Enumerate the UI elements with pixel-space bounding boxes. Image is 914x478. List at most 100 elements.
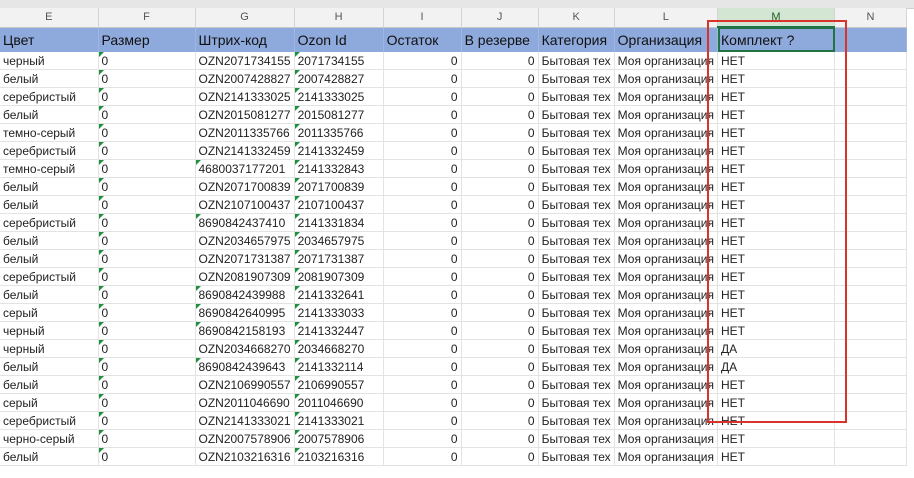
cell-barcode[interactable]: OZN2107100437 (195, 195, 295, 214)
cell-reserve[interactable]: 0 (461, 177, 539, 196)
cell-kit[interactable]: ДА (717, 357, 835, 376)
cell-size[interactable]: 0 (98, 393, 196, 412)
cell-barcode[interactable]: OZN2141332459 (195, 141, 295, 160)
cell-size[interactable]: 0 (98, 141, 196, 160)
column-header-k[interactable]: K (538, 8, 615, 28)
header-cell-ozon-id[interactable]: Ozon Id (294, 27, 384, 52)
cell-kit[interactable]: НЕТ (717, 393, 835, 412)
column-header-h[interactable]: H (294, 8, 384, 28)
cell-empty[interactable] (834, 87, 907, 106)
cell-reserve[interactable]: 0 (461, 52, 539, 70)
cell-empty[interactable] (834, 195, 907, 214)
cell-reserve[interactable]: 0 (461, 321, 539, 340)
cell-ozon-id[interactable]: 2007578906 (294, 429, 384, 448)
cell-size[interactable]: 0 (98, 87, 196, 106)
cell-reserve[interactable]: 0 (461, 285, 539, 304)
cell-empty[interactable] (834, 357, 907, 376)
cell-empty[interactable] (834, 159, 907, 178)
cell-ozon-id[interactable]: 2107100437 (294, 195, 384, 214)
cell-organization[interactable]: Моя организация (614, 69, 719, 88)
cell-empty[interactable] (834, 123, 907, 142)
column-header-l[interactable]: L (614, 8, 719, 28)
cell-ozon-id[interactable]: 2081907309 (294, 267, 384, 286)
cell-stock[interactable]: 0 (383, 159, 462, 178)
cell-ozon-id[interactable]: 2141333033 (294, 303, 384, 322)
cell-empty[interactable] (834, 231, 907, 250)
cell-kit[interactable]: НЕТ (717, 195, 835, 214)
cell-ozon-id[interactable]: 2141332114 (294, 357, 384, 376)
cell-color[interactable]: черно-серый (0, 429, 99, 448)
cell-ozon-id[interactable]: 2141332447 (294, 321, 384, 340)
cell-color[interactable]: серый (0, 303, 99, 322)
cell-category[interactable]: Бытовая тех (538, 159, 615, 178)
cell-category[interactable]: Бытовая тех (538, 303, 615, 322)
cell-color[interactable]: белый (0, 285, 99, 304)
cell-color[interactable]: белый (0, 447, 99, 466)
cell-stock[interactable]: 0 (383, 357, 462, 376)
cell-kit[interactable]: НЕТ (717, 231, 835, 250)
cell-stock[interactable]: 0 (383, 285, 462, 304)
cell-ozon-id[interactable]: 2141332459 (294, 141, 384, 160)
cell-reserve[interactable]: 0 (461, 393, 539, 412)
cell-stock[interactable]: 0 (383, 249, 462, 268)
cell-color[interactable]: белый (0, 69, 99, 88)
cell-category[interactable]: Бытовая тех (538, 249, 615, 268)
cell-organization[interactable]: Моя организация (614, 285, 719, 304)
cell-empty[interactable] (834, 177, 907, 196)
cell-barcode[interactable]: 8690842437410 (195, 213, 295, 232)
cell-empty[interactable] (834, 213, 907, 232)
cell-size[interactable]: 0 (98, 231, 196, 250)
cell-kit[interactable]: НЕТ (717, 321, 835, 340)
cell-reserve[interactable]: 0 (461, 69, 539, 88)
cell-ozon-id[interactable]: 2141333021 (294, 411, 384, 430)
cell-stock[interactable]: 0 (383, 177, 462, 196)
cell-barcode[interactable]: OZN2007428827 (195, 69, 295, 88)
cell-kit[interactable]: НЕТ (717, 177, 835, 196)
cell-barcode[interactable]: 4680037177201 (195, 159, 295, 178)
cell-category[interactable]: Бытовая тех (538, 52, 615, 70)
column-header-i[interactable]: I (383, 8, 462, 28)
cell-color[interactable]: серебристый (0, 213, 99, 232)
cell-size[interactable]: 0 (98, 447, 196, 466)
cell-ozon-id[interactable]: 2011335766 (294, 123, 384, 142)
cell-kit[interactable]: НЕТ (717, 52, 835, 70)
cell-reserve[interactable]: 0 (461, 267, 539, 286)
cell-category[interactable]: Бытовая тех (538, 447, 615, 466)
cell-color[interactable]: белый (0, 231, 99, 250)
cell-organization[interactable]: Моя организация (614, 87, 719, 106)
cell-empty[interactable] (834, 411, 907, 430)
cell-barcode[interactable]: OZN2141333025 (195, 87, 295, 106)
cell-organization[interactable]: Моя организация (614, 411, 719, 430)
cell-color[interactable]: серебристый (0, 411, 99, 430)
cell-stock[interactable]: 0 (383, 141, 462, 160)
cell-ozon-id[interactable]: 2015081277 (294, 105, 384, 124)
header-cell-organization[interactable]: Организация (614, 27, 719, 52)
cell-organization[interactable]: Моя организация (614, 303, 719, 322)
column-header-j[interactable]: J (461, 8, 539, 28)
cell-category[interactable]: Бытовая тех (538, 123, 615, 142)
cell-organization[interactable]: Моя организация (614, 195, 719, 214)
cell-stock[interactable]: 0 (383, 411, 462, 430)
cell-barcode[interactable]: OZN2034657975 (195, 231, 295, 250)
cell-reserve[interactable]: 0 (461, 249, 539, 268)
cell-reserve[interactable]: 0 (461, 159, 539, 178)
cell-reserve[interactable]: 0 (461, 105, 539, 124)
cell-size[interactable]: 0 (98, 69, 196, 88)
cell-color[interactable]: белый (0, 177, 99, 196)
cell-stock[interactable]: 0 (383, 447, 462, 466)
cell-ozon-id[interactable]: 2034668270 (294, 339, 384, 358)
cell-barcode[interactable]: OZN2071700839 (195, 177, 295, 196)
cell-empty[interactable] (834, 429, 907, 448)
cell-ozon-id[interactable]: 2071700839 (294, 177, 384, 196)
cell-color[interactable]: черный (0, 321, 99, 340)
cell-organization[interactable]: Моя организация (614, 357, 719, 376)
header-cell-barcode[interactable]: Штрих-код (195, 27, 295, 52)
cell-reserve[interactable]: 0 (461, 87, 539, 106)
cell-category[interactable]: Бытовая тех (538, 141, 615, 160)
cell-reserve[interactable]: 0 (461, 231, 539, 250)
cell-color[interactable]: серебристый (0, 141, 99, 160)
cell-organization[interactable]: Моя организация (614, 213, 719, 232)
cell-empty[interactable] (834, 303, 907, 322)
header-cell-reserve[interactable]: В резерве (461, 27, 539, 52)
cell-organization[interactable]: Моя организация (614, 249, 719, 268)
